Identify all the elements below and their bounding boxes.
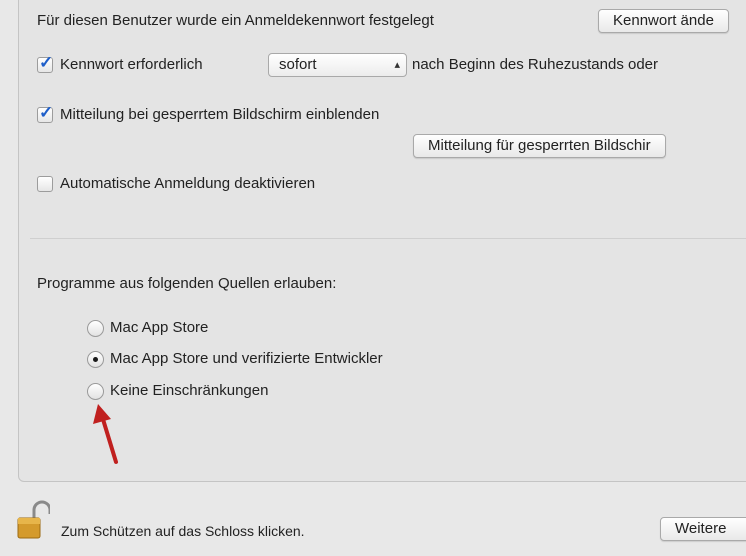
option-app-store-identified-label: Mac App Store und verifizierte Entwickle… xyxy=(110,350,383,367)
checkmark-icon: ✓ xyxy=(39,53,54,72)
allow-apps-heading: Programme aus folgenden Quellen erlauben… xyxy=(37,275,337,292)
password-set-label: Für diesen Benutzer wurde ein Anmeldeken… xyxy=(37,12,434,29)
checkmark-icon: ✓ xyxy=(39,103,54,122)
password-delay-select[interactable]: sofort ▴ xyxy=(268,53,407,77)
select-arrows-icon: ▴ xyxy=(394,59,400,71)
advanced-button[interactable]: Weitere xyxy=(660,517,746,541)
option-mac-app-store-label: Mac App Store xyxy=(110,319,209,336)
lock-hint-label: Zum Schützen auf das Schloss klicken. xyxy=(61,523,305,539)
section-divider xyxy=(30,238,746,239)
sleep-suffix-label: nach Beginn des Ruhezustands oder xyxy=(412,56,659,73)
radio-app-store-and-identified[interactable] xyxy=(87,351,104,368)
change-password-button[interactable]: Kennwort ände xyxy=(598,9,729,33)
set-lock-message-button[interactable]: Mitteilung für gesperrten Bildschir xyxy=(413,134,666,158)
require-password-label: Kennwort erforderlich xyxy=(60,56,203,73)
option-anywhere-label: Keine Einschränkungen xyxy=(110,382,269,399)
disable-auto-login-checkbox[interactable] xyxy=(37,176,53,192)
require-password-checkbox[interactable]: ✓ xyxy=(37,53,53,73)
red-arrow-icon xyxy=(93,404,118,464)
password-delay-value: sofort xyxy=(279,56,317,73)
lock-message-label: Mitteilung bei gesperrtem Bildschirm ein… xyxy=(60,106,380,123)
lock-message-checkbox[interactable]: ✓ xyxy=(37,103,53,123)
radio-mac-app-store[interactable] xyxy=(87,320,104,337)
disable-auto-login-label: Automatische Anmeldung deaktivieren xyxy=(60,175,316,192)
padlock-open-icon[interactable] xyxy=(16,500,50,542)
radio-anywhere[interactable] xyxy=(87,383,104,400)
